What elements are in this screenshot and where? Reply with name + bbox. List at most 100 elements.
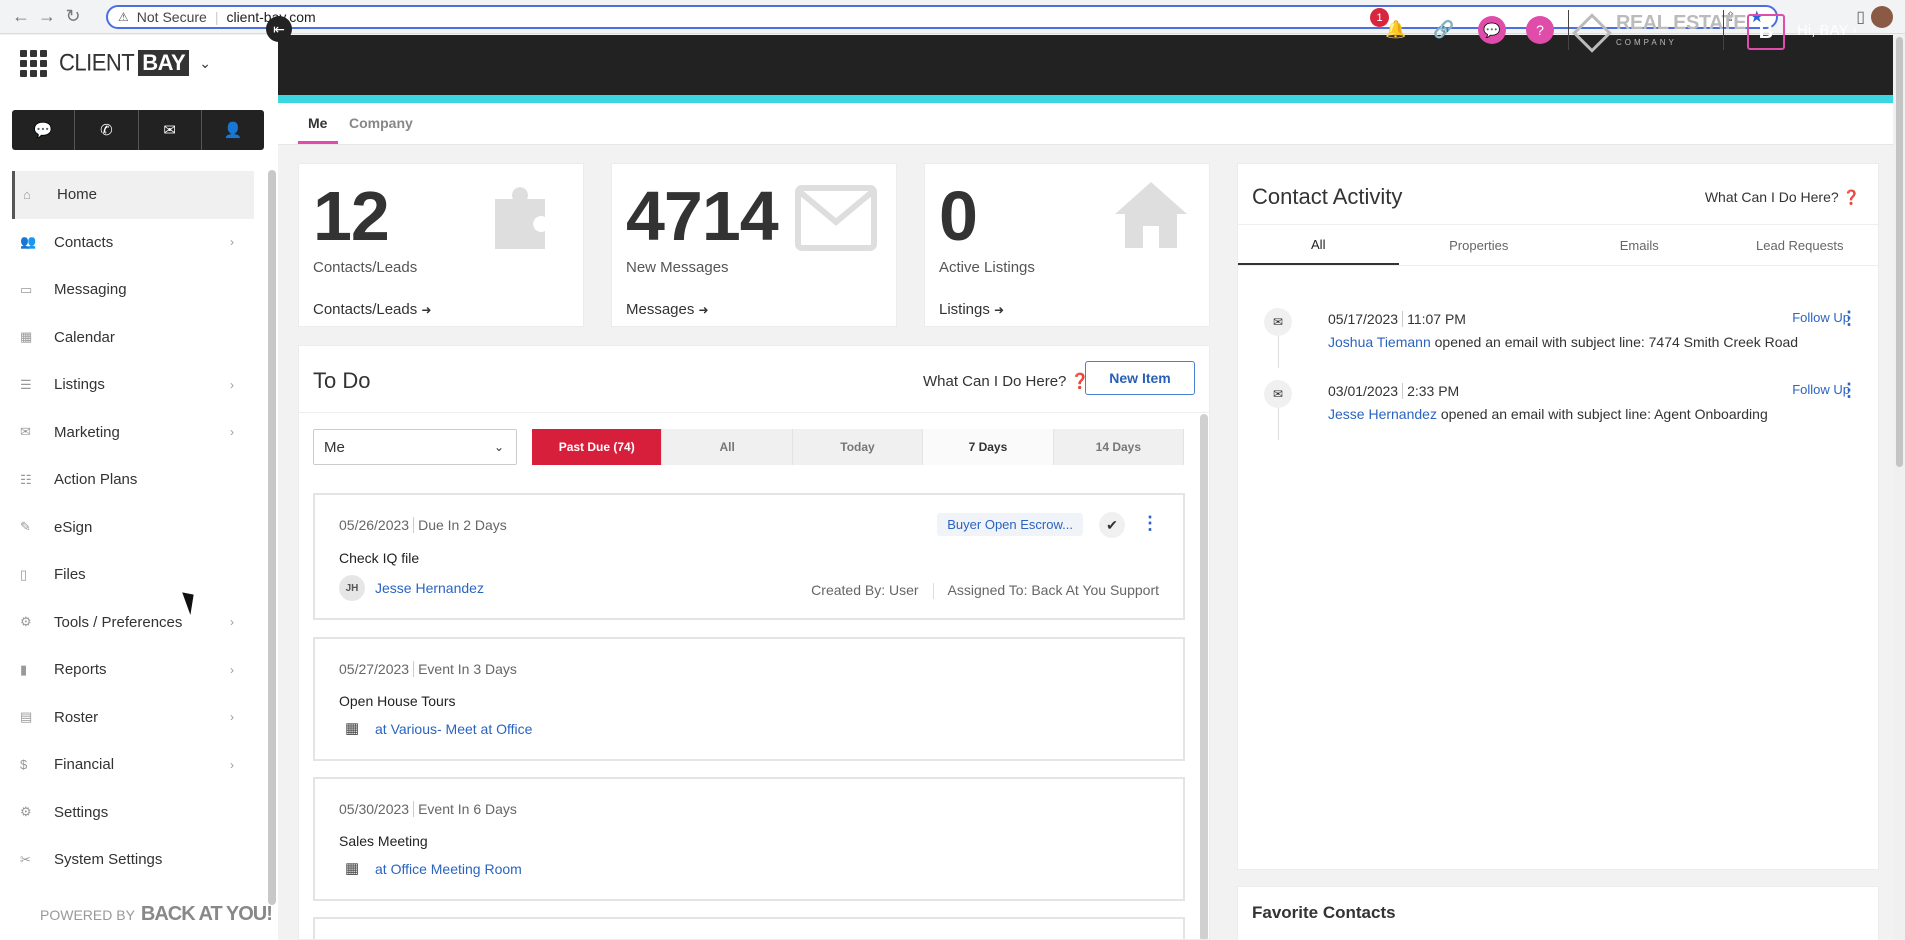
chat-icon[interactable]: 💬: [12, 110, 76, 150]
contacts-link[interactable]: Contacts/Leads ➜: [313, 301, 431, 318]
financial-icon: $: [20, 757, 28, 773]
filter-7-days[interactable]: 7 Days: [923, 429, 1054, 465]
puzzle-icon: [495, 187, 545, 249]
tab-lead-requests[interactable]: Lead Requests: [1720, 225, 1881, 265]
messages-link[interactable]: Messages ➜: [626, 301, 709, 318]
app-grid-icon[interactable]: [20, 49, 47, 77]
browser-profile-avatar[interactable]: [1871, 6, 1893, 28]
tab-properties[interactable]: Properties: [1399, 225, 1560, 265]
more-options-icon[interactable]: ⋮: [1840, 308, 1858, 329]
listings-icon: ☰: [20, 376, 32, 392]
envelope-icon: [795, 185, 877, 251]
task-card[interactable]: 05/27/2023 Event In 3 Days Open House Tou…: [313, 637, 1185, 761]
sidebar-item-tools-preferences[interactable]: ⚙ Tools / Preferences ›: [12, 599, 254, 647]
help-text: What Can I Do Here?: [1704, 189, 1839, 205]
task-date-value: 05/30/2023: [339, 801, 410, 817]
task-contact-link[interactable]: Jesse Hernandez: [375, 580, 484, 596]
sidebar-item-esign[interactable]: ✎ eSign: [12, 504, 254, 552]
arrow-circle-icon: ➜: [698, 303, 709, 317]
arrow-circle-icon: ➜: [994, 303, 1005, 317]
activity-date: 03/01/2023: [1328, 383, 1399, 399]
esign-icon: ✎: [20, 519, 31, 535]
task-card[interactable]: [313, 917, 1185, 939]
task-title: Sales Meeting: [339, 833, 428, 849]
task-due: Event In 6 Days: [413, 801, 517, 817]
task-date: 05/26/2023 Due In 2 Days: [339, 517, 507, 533]
sidebar-item-roster[interactable]: ▤ Roster ›: [12, 694, 254, 742]
sidebar-item-settings[interactable]: ⚙ Settings: [12, 789, 254, 837]
listings-link[interactable]: Listings ➜: [939, 301, 1004, 318]
reports-icon: ▮: [20, 661, 28, 677]
more-options-icon[interactable]: ⋮: [1141, 513, 1159, 534]
listings-stat-card: 0 Active Listings Listings ➜: [924, 163, 1210, 327]
sidebar-item-label: Reports: [54, 661, 107, 679]
task-card[interactable]: 05/26/2023 Due In 2 Days Check IQ file JH…: [313, 493, 1185, 620]
settings-icon: ⚙: [20, 804, 32, 820]
assigned-to: Assigned To: Back At You Support: [947, 582, 1159, 598]
sidebar-item-marketing[interactable]: ✉ Marketing ›: [12, 409, 254, 457]
chevron-down-icon[interactable]: ⌄: [199, 55, 211, 72]
sidebar-item-messaging[interactable]: ▭ Messaging: [12, 266, 254, 314]
tab-all[interactable]: All: [1238, 225, 1399, 265]
contact-link[interactable]: Jesse Hernandez: [1328, 406, 1437, 422]
back-icon[interactable]: ←: [8, 4, 34, 30]
filter-all[interactable]: All: [662, 429, 793, 465]
more-options-icon[interactable]: ⋮: [1840, 380, 1858, 401]
scrollbar-thumb[interactable]: [1896, 37, 1903, 467]
tab-me[interactable]: Me: [308, 115, 327, 131]
todo-scrollbar[interactable]: [1200, 414, 1208, 939]
sidebar-scrollbar[interactable]: [268, 170, 276, 905]
todo-help-link[interactable]: What Can I Do Here? ❓: [923, 372, 1089, 390]
activity-help-link[interactable]: What Can I Do Here? ❓: [1705, 189, 1860, 206]
calendar-icon: ▦: [345, 720, 360, 737]
filter-past-due[interactable]: Past Due (74): [532, 429, 663, 465]
sidebar-item-reports[interactable]: ▮ Reports ›: [12, 646, 254, 694]
filter-today[interactable]: Today: [793, 429, 924, 465]
favorite-contacts-title: Favorite Contacts: [1252, 903, 1396, 922]
client-bay-logo[interactable]: CLIENT BAY ⌄: [59, 49, 211, 76]
complete-check-icon[interactable]: ✔: [1099, 512, 1125, 538]
user-greeting[interactable]: Hi, BAY: [1797, 22, 1848, 39]
reload-icon[interactable]: ↻: [60, 4, 86, 30]
powered-by: POWERED BY BACK AT YOU!: [40, 903, 273, 926]
chevron-right-icon[interactable]: ›: [1852, 21, 1857, 37]
sidebar-item-contacts[interactable]: 👥 Contacts ›: [12, 219, 254, 267]
sidebar-item-financial[interactable]: $ Financial ›: [12, 741, 254, 789]
collapse-sidebar-icon[interactable]: ⇤: [266, 16, 292, 42]
active-tab-underline: [298, 141, 338, 144]
tab-emails[interactable]: Emails: [1559, 225, 1720, 265]
sidepanel-icon[interactable]: ▯: [1856, 7, 1865, 27]
favorite-contacts-panel: Favorite Contacts: [1237, 886, 1879, 940]
new-item-button[interactable]: New Item: [1085, 361, 1195, 395]
sidebar-item-label: Tools / Preferences: [54, 613, 183, 631]
sidebar-item-listings[interactable]: ☰ Listings ›: [12, 361, 254, 409]
link-icon[interactable]: 🔗: [1430, 16, 1458, 44]
phone-icon[interactable]: ✆: [75, 110, 139, 150]
assignee-value: Me: [324, 438, 345, 456]
scope-tabs: Me Company: [278, 103, 1893, 145]
mail-icon[interactable]: ✉: [139, 110, 202, 150]
sidebar-item-system-settings[interactable]: ✂ System Settings: [12, 836, 254, 884]
message-bubble-icon[interactable]: 💬: [1478, 16, 1506, 44]
page-scrollbar[interactable]: [1894, 35, 1905, 940]
help-icon[interactable]: ?: [1526, 16, 1554, 44]
forward-icon[interactable]: →: [34, 4, 60, 30]
sidebar-item-files[interactable]: ▯ Files: [12, 551, 254, 599]
task-tag[interactable]: Buyer Open Escrow...: [937, 513, 1083, 536]
calendar-icon: ▦: [20, 329, 33, 345]
assignee-select[interactable]: Me ⌄: [313, 429, 517, 465]
task-location-link[interactable]: at Various- Meet at Office: [375, 721, 532, 737]
add-contact-icon[interactable]: 👤: [202, 110, 264, 150]
sidebar-item-action-plans[interactable]: ☷ Action Plans: [12, 456, 254, 504]
task-card[interactable]: 05/30/2023 Event In 6 Days Sales Meeting …: [313, 777, 1185, 901]
sidebar-item-calendar[interactable]: ▦ Calendar: [12, 314, 254, 362]
sidebar-item-home[interactable]: ⌂ Home: [12, 171, 254, 219]
diamond-icon: [1572, 13, 1612, 53]
contact-link[interactable]: Joshua Tiemann: [1328, 334, 1431, 350]
header-divider-2: [1723, 10, 1724, 50]
stat-link-text: Messages: [626, 301, 695, 318]
tab-company[interactable]: Company: [349, 115, 413, 131]
user-avatar[interactable]: B: [1747, 14, 1785, 50]
task-location-link[interactable]: at Office Meeting Room: [375, 861, 522, 877]
filter-14-days[interactable]: 14 Days: [1054, 429, 1185, 465]
